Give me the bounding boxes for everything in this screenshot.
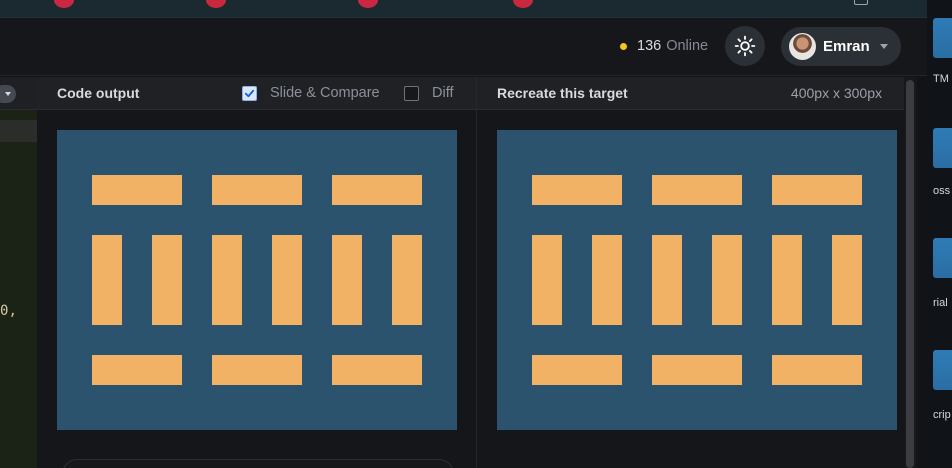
- vertical-bar: [712, 235, 742, 325]
- panel-title: Code output: [57, 85, 140, 101]
- active-line-highlight: [0, 120, 37, 142]
- vertical-bar: [592, 235, 622, 325]
- code-text[interactable]: 0,: [0, 303, 17, 319]
- sidebar-fragment: crip: [933, 409, 951, 421]
- target-dimensions: 400px x 300px: [790, 85, 882, 101]
- vertical-bar: [532, 235, 562, 325]
- code-punctuation: ,: [8, 303, 17, 319]
- app-window: 136 Online Emran TM oss rial crip 0, Cod…: [0, 0, 952, 468]
- online-indicator: 136 Online: [620, 38, 708, 54]
- theme-toggle-button[interactable]: [725, 26, 765, 66]
- horizontal-bar: [532, 355, 622, 385]
- sidebar-fragment: TM: [933, 73, 949, 85]
- chevron-down-icon: [5, 92, 11, 96]
- top-header: 136 Online Emran: [0, 18, 927, 76]
- chevron-down-icon: [879, 44, 888, 49]
- horizontal-bar: [772, 175, 862, 205]
- horizontal-bar: [332, 175, 422, 205]
- editor-options-dropdown[interactable]: [0, 85, 16, 103]
- check-icon: [244, 89, 255, 97]
- scrollbar[interactable]: [904, 77, 917, 468]
- panel-title: Recreate this target: [497, 85, 628, 101]
- target-canvas: [497, 130, 897, 430]
- online-label: Online: [666, 38, 709, 54]
- horizontal-bar: [92, 175, 182, 205]
- online-status-dot-icon: [620, 42, 627, 50]
- share-icon[interactable]: [854, 0, 868, 5]
- code-editor-panel[interactable]: 0,: [0, 77, 37, 468]
- username: Emran: [823, 38, 870, 55]
- diff-toggle[interactable]: Diff: [404, 85, 454, 101]
- output-canvas: [57, 130, 457, 430]
- code-output-header: Code output Slide & Compare Diff: [37, 77, 476, 110]
- online-count: 136: [637, 38, 662, 54]
- thumbnail[interactable]: [933, 128, 952, 168]
- code-toolbar: [0, 77, 37, 110]
- tab-favicon-icon[interactable]: [54, 0, 74, 8]
- outer-edge: [917, 77, 927, 468]
- horizontal-bar: [332, 355, 422, 385]
- target-panel: Recreate this target 400px x 300px: [477, 77, 904, 468]
- avatar: [789, 33, 816, 60]
- target-header: Recreate this target 400px x 300px: [477, 77, 904, 110]
- scrollbar-thumb[interactable]: [906, 80, 914, 468]
- vertical-bar: [392, 235, 422, 325]
- vertical-bar: [152, 235, 182, 325]
- slide-compare-toggle[interactable]: Slide & Compare: [242, 85, 380, 101]
- sidebar-fragment: rial: [933, 297, 948, 309]
- horizontal-bar: [772, 355, 862, 385]
- vertical-bar: [332, 235, 362, 325]
- vertical-bar: [272, 235, 302, 325]
- code-output-panel: Code output Slide & Compare Diff: [37, 77, 477, 468]
- horizontal-bar: [92, 355, 182, 385]
- slide-compare-label[interactable]: Slide & Compare: [270, 85, 380, 101]
- thumbnail[interactable]: [933, 238, 952, 278]
- thumbnail[interactable]: [933, 18, 952, 58]
- vertical-bar: [772, 235, 802, 325]
- horizontal-bar: [532, 175, 622, 205]
- vertical-bar: [832, 235, 862, 325]
- tab-favicon-icon[interactable]: [358, 0, 378, 8]
- sidebar-fragment: oss: [933, 185, 951, 197]
- horizontal-bar: [652, 355, 742, 385]
- diff-checkbox[interactable]: [404, 85, 419, 101]
- horizontal-bar: [652, 175, 742, 205]
- horizontal-bar: [212, 175, 302, 205]
- bottom-input-pill[interactable]: [62, 459, 454, 468]
- thumbnail[interactable]: [933, 350, 952, 390]
- tab-favicon-icon[interactable]: [513, 0, 533, 8]
- user-menu-button[interactable]: Emran: [781, 27, 901, 66]
- slide-compare-checkbox[interactable]: [242, 85, 257, 101]
- vertical-bar: [212, 235, 242, 325]
- diff-label[interactable]: Diff: [432, 85, 454, 101]
- vertical-bar: [92, 235, 122, 325]
- vertical-bar: [652, 235, 682, 325]
- browser-tab-strip: [0, 0, 952, 18]
- horizontal-bar: [212, 355, 302, 385]
- tab-favicon-icon[interactable]: [206, 0, 226, 8]
- external-window-strip: TM oss rial crip: [927, 0, 952, 468]
- sun-icon: [734, 35, 756, 57]
